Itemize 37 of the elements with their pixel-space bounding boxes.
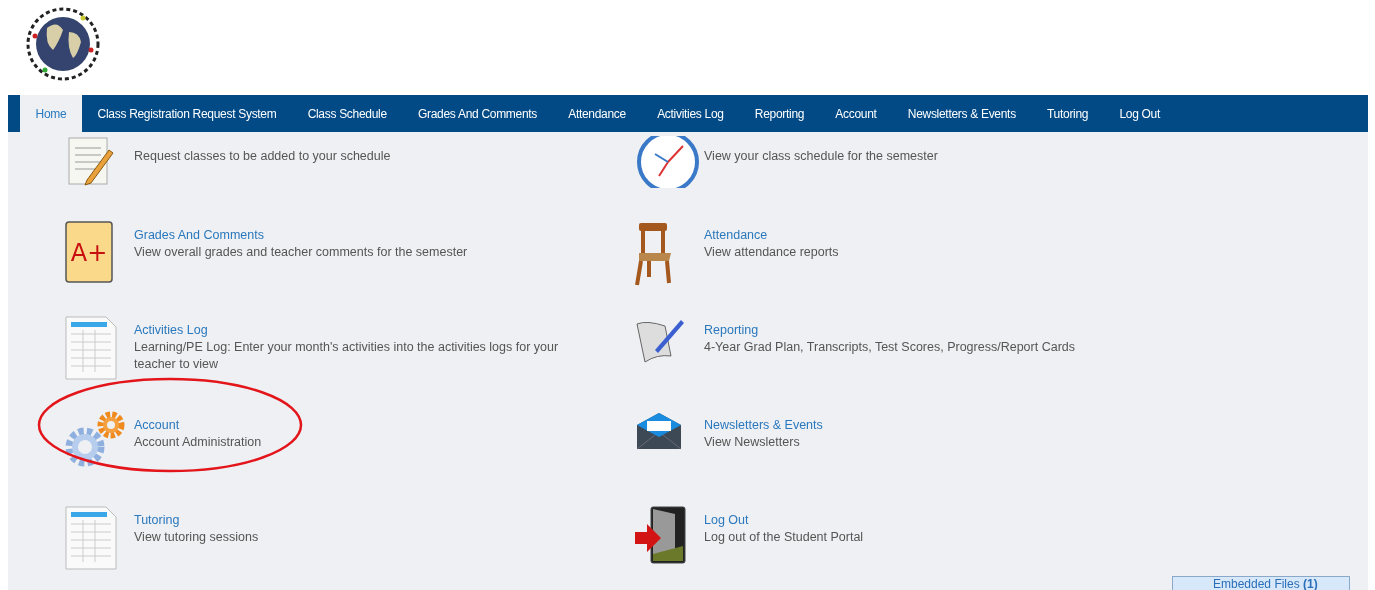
grade-card-icon: A+ <box>65 221 113 283</box>
nav-tab[interactable]: Newsletters & Events <box>892 95 1032 132</box>
nav-tab[interactable]: Account <box>819 95 893 132</box>
spreadsheet-icon <box>65 506 117 570</box>
nav-tab[interactable]: Home <box>20 95 82 132</box>
nav-tab[interactable]: Class Registration Request System <box>82 95 293 132</box>
embedded-files-tab[interactable]: Embedded Files (1) <box>1172 576 1350 590</box>
item-title-link[interactable]: Activities Log <box>134 322 569 339</box>
item-title-link[interactable]: Log Out <box>704 512 1139 529</box>
nav-tab[interactable]: Reporting <box>739 95 820 132</box>
clock-icon <box>635 136 701 188</box>
nav-tab[interactable]: Class Schedule <box>292 95 403 132</box>
item-description: Request classes to be added to your schedule <box>134 148 392 165</box>
nav-tab[interactable]: Tutoring <box>1031 95 1104 132</box>
item-description: 4-Year Grad Plan, Transcripts, Test Scores, Progress/Report Cards <box>704 339 1076 356</box>
item-description: View tutoring sessions <box>134 529 260 546</box>
nav-tab[interactable]: Grades And Comments <box>402 95 553 132</box>
nav-tab[interactable]: Attendance <box>552 95 642 132</box>
item-title-link[interactable]: Newsletters & Events <box>704 417 1139 434</box>
item-title-link[interactable]: Tutoring <box>134 512 569 529</box>
item-description: View Newsletters <box>704 434 801 451</box>
item-title-link[interactable]: Account <box>134 417 569 434</box>
nav-tab[interactable]: Log Out <box>1103 95 1176 132</box>
item-description: Log out of the Student Portal <box>704 529 865 546</box>
item-description: View overall grades and teacher comments for the semester <box>134 244 469 261</box>
item-description: Account Administration <box>134 434 263 451</box>
item-title-link[interactable]: Reporting <box>704 322 1139 339</box>
nav-tab[interactable]: Activities Log <box>641 95 740 132</box>
item-description: View attendance reports <box>704 244 840 261</box>
item-title-link[interactable]: Attendance <box>704 227 1139 244</box>
envelope-icon <box>635 411 683 451</box>
notepad-pencil-icon <box>65 136 115 186</box>
item-description: View your class schedule for the semester <box>704 148 939 165</box>
item-description: Learning/PE Log: Enter your month's activities into the activities logs for your teacher to view <box>134 339 560 373</box>
spreadsheet-icon <box>65 316 117 380</box>
item-title-link[interactable]: Grades And Comments <box>134 227 569 244</box>
exit-door-icon <box>635 506 687 564</box>
